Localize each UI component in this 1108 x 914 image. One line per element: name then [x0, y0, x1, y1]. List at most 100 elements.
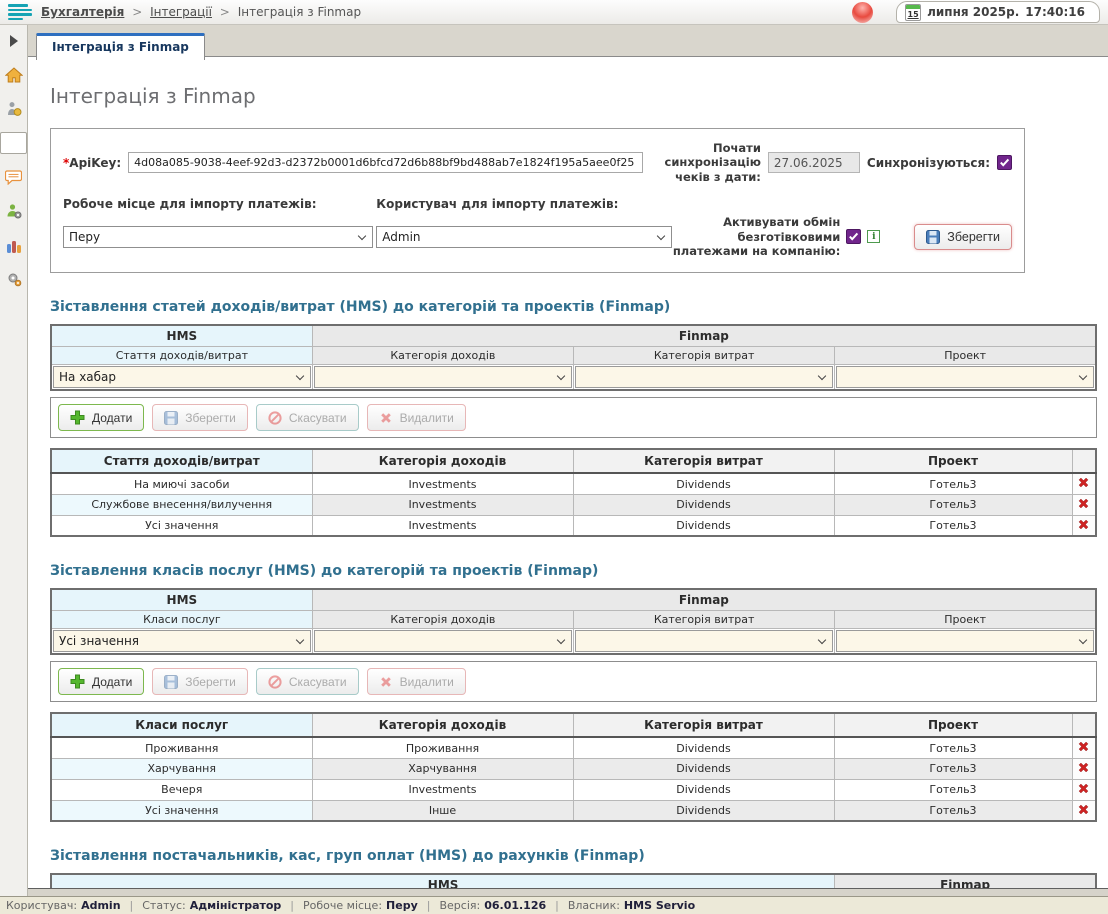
delete-row-icon[interactable]: [1077, 500, 1090, 513]
delete-row-button[interactable]: [1072, 737, 1096, 758]
add-button[interactable]: Додати: [58, 668, 144, 695]
finance-person-icon[interactable]: [3, 98, 25, 120]
delete-row-button[interactable]: [1072, 515, 1096, 536]
workplace-label: Робоче місце для імпорту платежів:: [63, 197, 376, 211]
delete-row-icon[interactable]: [1077, 521, 1090, 534]
prohibition-icon: [268, 411, 282, 425]
table-cell: Харчування: [312, 758, 573, 779]
chevron-down-icon: [296, 372, 304, 380]
delete-row-button[interactable]: [1072, 758, 1096, 779]
table-cell: На миючі засоби: [51, 473, 312, 494]
chevron-down-icon: [557, 372, 565, 380]
cancel-button[interactable]: Скасувати: [256, 404, 359, 431]
table-cell: Investments: [312, 494, 573, 515]
reports-chart-icon[interactable]: [3, 234, 25, 256]
add-button[interactable]: Додати: [58, 404, 144, 431]
delete-row-icon[interactable]: [1077, 743, 1090, 756]
delete-row-button[interactable]: [1072, 779, 1096, 800]
status-ball-icon[interactable]: [852, 2, 873, 23]
plus-icon: [70, 410, 85, 425]
user-settings-icon[interactable]: [3, 200, 25, 222]
home-icon[interactable]: [3, 64, 25, 86]
calendar-icon: 15: [905, 4, 921, 21]
workplace-select[interactable]: Перу: [63, 226, 373, 248]
table-cell: Готель3: [834, 758, 1072, 779]
column-header: Стаття доходів/витрат: [51, 449, 312, 473]
user-label: Користувач для імпорту платежів:: [376, 197, 672, 211]
tab-integration-finmap[interactable]: Інтеграція з Finmap: [36, 33, 205, 60]
group-header-finmap: Finmap: [312, 325, 1096, 347]
table-cell: Готель3: [834, 737, 1072, 758]
table-row: Усі значенняInvestmentsDividendsГотель3: [51, 515, 1096, 536]
section-title-service-classes: Зіставлення класів послуг (HMS) до катег…: [50, 563, 1098, 579]
table-cell: Dividends: [573, 779, 834, 800]
editor-select[interactable]: [836, 366, 1094, 388]
ledger-journal-icon[interactable]: [0, 132, 27, 154]
user-select[interactable]: Admin: [376, 226, 672, 248]
info-icon[interactable]: i: [867, 230, 880, 243]
x-icon: [379, 411, 393, 425]
delete-row-icon[interactable]: [1077, 785, 1090, 798]
table-cell: Investments: [312, 779, 573, 800]
table-cell: Готель3: [834, 800, 1072, 821]
table-row: ВечеряInvestmentsDividendsГотель3: [51, 779, 1096, 800]
breadcrumb-link-accounting[interactable]: Бухгалтерія: [41, 5, 124, 19]
editor-select[interactable]: На хабар: [53, 366, 311, 388]
toolbar-panel: Додати Зберегти Скасувати Видалити: [50, 661, 1097, 702]
editor-select[interactable]: [575, 630, 833, 652]
table-cell: Dividends: [573, 737, 834, 758]
column-header-actions: [1072, 713, 1096, 737]
editor-select[interactable]: [836, 630, 1094, 652]
menu-icon[interactable]: [8, 4, 32, 20]
column-header: Категорія доходів: [312, 611, 573, 629]
datetime-widget[interactable]: 15 липня 2025р. 17:40:16: [896, 1, 1100, 23]
cancel-button[interactable]: Скасувати: [256, 668, 359, 695]
expand-arrow-icon[interactable]: [3, 30, 25, 52]
cashless-checkbox[interactable]: [846, 229, 861, 244]
table-cell: Харчування: [51, 758, 312, 779]
delete-row-icon[interactable]: [1077, 764, 1090, 777]
delete-row-button[interactable]: [1072, 494, 1096, 515]
breadcrumb-link-integrations[interactable]: Інтеграції: [150, 5, 212, 19]
status-item: Власник:HMS Servio: [568, 899, 695, 912]
chevron-down-icon: [358, 232, 366, 240]
table-row: На миючі засобиInvestmentsDividendsГотел…: [51, 473, 1096, 494]
delete-row-icon[interactable]: [1077, 479, 1090, 492]
table-cell: Investments: [312, 473, 573, 494]
group-header-hms: HMS: [51, 325, 312, 347]
tab-strip: Інтеграція з Finmap: [28, 25, 1108, 56]
delete-button[interactable]: Видалити: [367, 668, 466, 695]
delete-row-icon[interactable]: [1077, 806, 1090, 819]
synced-checkbox[interactable]: [997, 155, 1012, 170]
breadcrumb: Бухгалтерія > Інтеграції > Інтеграція з …: [41, 5, 843, 19]
status-item: Користувач:Admin: [6, 899, 121, 912]
editor-select[interactable]: Усі значення: [53, 630, 311, 652]
messages-icon[interactable]: [3, 166, 25, 188]
editor-select[interactable]: [314, 366, 572, 388]
column-header-actions: [1072, 449, 1096, 473]
time-text: 17:40:16: [1025, 5, 1085, 19]
column-header: Класи послуг: [51, 713, 312, 737]
breadcrumb-separator: >: [132, 5, 142, 19]
sync-date-input: [768, 152, 860, 173]
save-button[interactable]: Зберегти: [152, 404, 248, 431]
table-cell: Dividends: [573, 494, 834, 515]
column-header: Стаття доходів/витрат: [51, 347, 312, 365]
column-header: Категорія витрат: [573, 449, 834, 473]
delete-row-button[interactable]: [1072, 800, 1096, 821]
save-button[interactable]: Зберегти: [152, 668, 248, 695]
save-settings-button[interactable]: Зберегти: [914, 224, 1012, 250]
editor-select[interactable]: [575, 366, 833, 388]
delete-row-button[interactable]: [1072, 473, 1096, 494]
table-cell: Проживання: [312, 737, 573, 758]
calendar-day: 15: [906, 9, 920, 20]
service-gears-icon[interactable]: [3, 268, 25, 290]
apikey-input[interactable]: [128, 152, 643, 173]
delete-button[interactable]: Видалити: [367, 404, 466, 431]
left-toolbar: [0, 25, 28, 896]
column-header: Категорія доходів: [312, 713, 573, 737]
table-cell: Dividends: [573, 473, 834, 494]
editor-select[interactable]: [314, 630, 572, 652]
column-header: Категорія доходів: [312, 449, 573, 473]
column-header: Категорія витрат: [574, 611, 835, 629]
